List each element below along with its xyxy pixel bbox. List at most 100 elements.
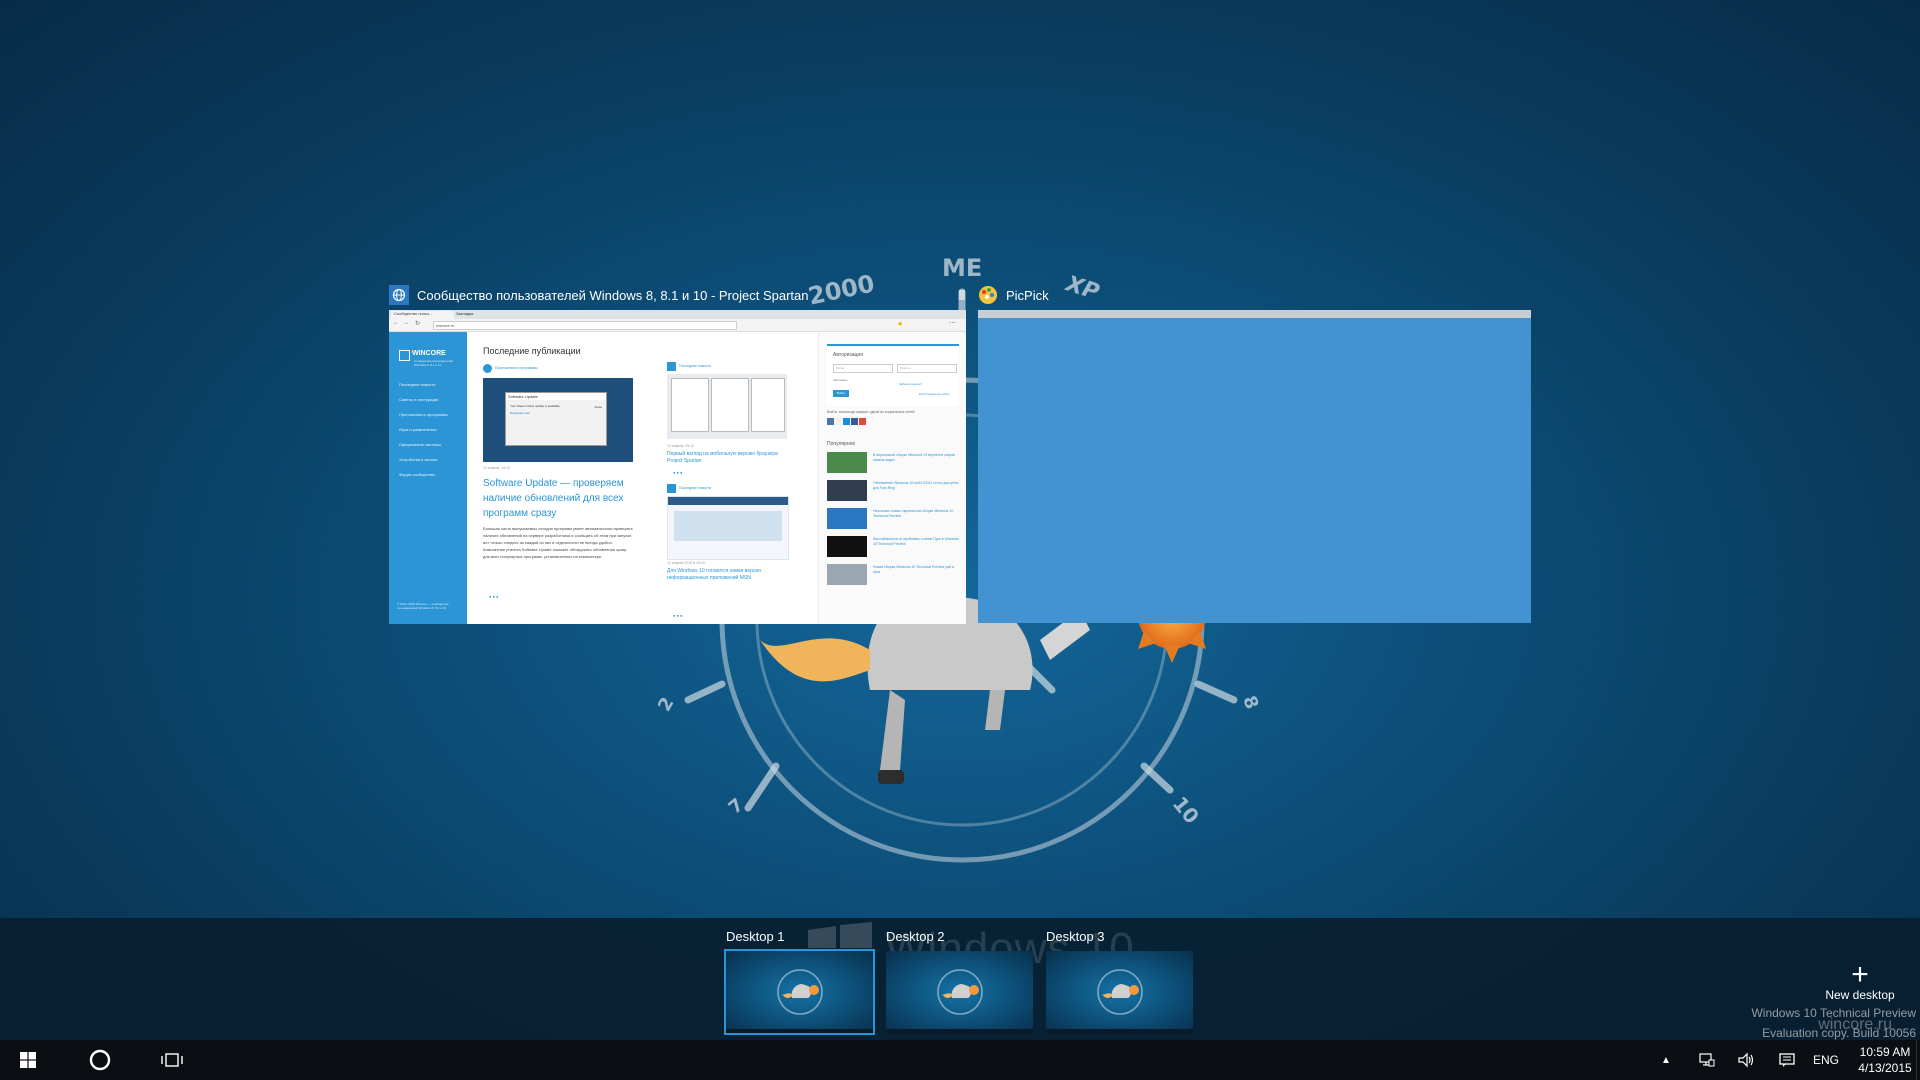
- popular-heading: Популярное: [827, 441, 856, 447]
- login-input[interactable]: Логин: [833, 364, 893, 373]
- popular-thumbnail: [827, 452, 867, 473]
- start-button[interactable]: [0, 1040, 56, 1080]
- desktop-3-label: Desktop 3: [1046, 929, 1105, 944]
- desktop-3-thumbnail[interactable]: [1046, 951, 1193, 1033]
- site-sidebar: WINCORE Сообщество пользователей Windows…: [389, 332, 467, 624]
- window-thumbnail-spartan[interactable]: Сообщество польз... Закладки ← → ↻ winco…: [389, 310, 966, 624]
- desktop-2-label: Desktop 2: [886, 929, 945, 944]
- window-title-spartan[interactable]: Сообщество пользователей Windows 8, 8.1 …: [389, 285, 809, 305]
- cortana-icon: [89, 1049, 111, 1071]
- notification-icon: [1779, 1053, 1795, 1067]
- article-title[interactable]: Software Update — проверяем наличие обно…: [483, 476, 633, 521]
- forward-icon[interactable]: →: [403, 320, 409, 326]
- register-link[interactable]: Регистрация на сайте: [919, 392, 949, 396]
- desktop-2-thumbnail[interactable]: [886, 951, 1033, 1033]
- network-button[interactable]: [1694, 1040, 1720, 1080]
- article-category[interactable]: Приложения и программы: [495, 366, 538, 370]
- popular-title: Новая сборка Windows 10 Technical Previe…: [873, 565, 955, 574]
- new-desktop-button[interactable]: + New desktop: [1810, 960, 1910, 1003]
- taskbar-clock[interactable]: 10:59 AM 4/13/2015: [1853, 1044, 1917, 1076]
- article-image[interactable]: [667, 374, 787, 439]
- popular-thumbnail: [827, 508, 867, 529]
- dialog-link: Download now: [510, 411, 530, 415]
- auth-box: Авторизация Логин Пароль Запомнить Забыл…: [827, 344, 959, 406]
- unicorn-wallpaper-icon: [936, 969, 983, 1015]
- popular-thumbnail: [827, 480, 867, 501]
- speaker-icon: [1738, 1052, 1754, 1068]
- browser-tab[interactable]: Сообщество польз...: [391, 311, 454, 319]
- phone-screenshot: [711, 378, 749, 432]
- article-category[interactable]: Последние новости: [679, 486, 711, 490]
- popular-item[interactable]: Несколько новых скриншотов сборки Window…: [827, 508, 959, 530]
- site-nav-item[interactable]: Устройства и железо: [399, 457, 438, 462]
- google-icon[interactable]: [859, 418, 866, 425]
- remember-checkbox[interactable]: Запомнить: [833, 378, 848, 382]
- window-title-picpick[interactable]: PicPick: [978, 285, 1049, 305]
- site-watermark: wincore.ru: [1818, 1016, 1892, 1033]
- popular-thumbnail: [827, 536, 867, 557]
- favorite-star-icon[interactable]: ★: [897, 320, 903, 328]
- dialog-text: Your Steam Client update is available: [510, 404, 560, 408]
- article-image[interactable]: Software Update Your Steam Client update…: [483, 378, 633, 462]
- back-icon[interactable]: ←: [393, 320, 399, 326]
- desktop-1-label: Desktop 1: [726, 929, 785, 944]
- browser-tab-bar: Сообщество польз... Закладки: [389, 310, 966, 319]
- popular-title: В апрельской сборке Windows 10 вернется …: [873, 453, 955, 462]
- browser-menu-icon[interactable]: ⋯: [949, 319, 956, 327]
- address-input[interactable]: wincore.ru: [433, 321, 737, 330]
- article-image[interactable]: [667, 496, 789, 560]
- article-date: 13 апреля, 09:12: [667, 444, 695, 448]
- social-login-text: Войти, используя аккаунт одной из социал…: [827, 410, 915, 414]
- yandex-icon[interactable]: [835, 418, 842, 425]
- desktop-1-thumbnail[interactable]: [724, 949, 875, 1035]
- wincore-logo-icon: [399, 350, 410, 361]
- vk-icon[interactable]: [827, 418, 834, 425]
- login-button[interactable]: Войти: [833, 390, 849, 397]
- site-nav-item[interactable]: Приложения и программы: [399, 412, 448, 417]
- browser-tab[interactable]: Закладки: [453, 311, 506, 319]
- wallpaper-label-me: ME: [942, 254, 983, 282]
- taskbar: ▲ ENG 10:59 AM 4/13/2015: [0, 1040, 1920, 1080]
- article-stats: ● ● ●: [673, 470, 683, 475]
- refresh-icon[interactable]: ↻: [415, 320, 420, 327]
- mailru-icon[interactable]: [843, 418, 850, 425]
- password-input[interactable]: Пароль: [897, 364, 957, 373]
- language-indicator[interactable]: ENG: [1808, 1040, 1844, 1080]
- site-nav-item[interactable]: Форум сообщества: [399, 472, 435, 477]
- site-logo[interactable]: WINCORE: [412, 350, 446, 357]
- msn-chart-area: [674, 511, 782, 541]
- site-nav-item[interactable]: Оформление системы: [399, 442, 441, 447]
- site-right-column: Авторизация Логин Пароль Запомнить Забыл…: [818, 332, 966, 624]
- forgot-password-link[interactable]: Забыли пароль?: [899, 382, 922, 386]
- popular-item[interactable]: В апрельской сборке Windows 10 вернется …: [827, 452, 959, 474]
- desktop-thumb-taskbar: [726, 1029, 873, 1033]
- popular-title: Как избавиться от проблемы с меню Пуск в…: [873, 537, 959, 546]
- article-date: 13 апреля, 16:12: [483, 466, 511, 470]
- auth-title: Авторизация: [833, 352, 863, 358]
- new-desktop-label: New desktop: [1825, 988, 1895, 1002]
- popular-item[interactable]: Как избавиться от проблемы с меню Пуск в…: [827, 536, 959, 558]
- show-desktop-button[interactable]: [1916, 1040, 1920, 1080]
- chevron-up-icon: ▲: [1661, 1054, 1671, 1066]
- desktop-thumb-taskbar: [1046, 1029, 1193, 1033]
- article-title[interactable]: Для Windows 10 готовится новая версия ин…: [667, 568, 787, 582]
- article-category[interactable]: Последние новости: [679, 364, 711, 368]
- cortana-button[interactable]: [72, 1040, 128, 1080]
- article-stats: ● ● ●: [673, 613, 683, 618]
- article-title[interactable]: Первый взгляд на мобильную версию браузе…: [667, 451, 787, 465]
- show-hidden-icons-button[interactable]: ▲: [1654, 1040, 1678, 1080]
- popular-item[interactable]: Обновление Windows 10 build 10041 стало …: [827, 480, 959, 502]
- facebook-icon[interactable]: [851, 418, 858, 425]
- popular-item[interactable]: Новая сборка Windows 10 Technical Previe…: [827, 564, 959, 586]
- site-nav-item[interactable]: Игры и развлечения: [399, 427, 437, 432]
- article-date: 12 апреля 2015 в 15:44: [667, 561, 705, 565]
- article-stats: ● ● ●: [489, 594, 499, 599]
- task-view-button[interactable]: [144, 1040, 200, 1080]
- dialog-title: Software Update: [506, 393, 606, 400]
- site-nav-item[interactable]: Советы и инструкции: [399, 397, 438, 402]
- volume-button[interactable]: [1734, 1040, 1760, 1080]
- action-center-button[interactable]: [1774, 1040, 1800, 1080]
- window-thumbnail-picpick[interactable]: [978, 310, 1531, 623]
- site-nav-item[interactable]: Последние новости: [399, 382, 436, 387]
- unicorn-wallpaper-icon: [776, 969, 823, 1015]
